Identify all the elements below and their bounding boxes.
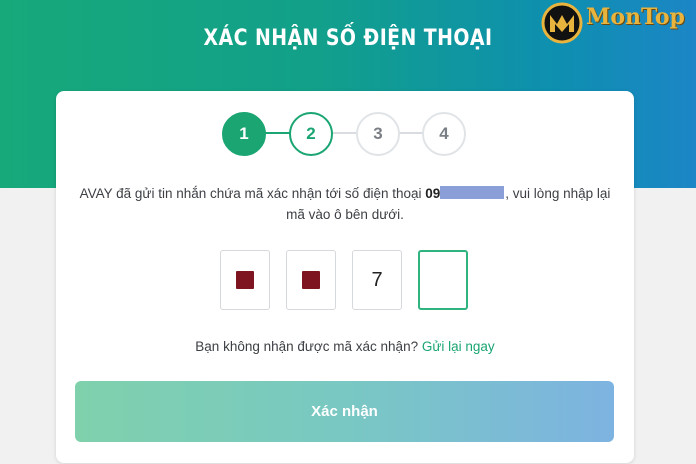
resend-link[interactable]: Gửi lại ngay [422,339,495,354]
redacted-digit [302,271,320,289]
otp-digit-4[interactable] [418,250,468,310]
message-prefix: AVAY đã gửi tin nhắn chứa mã xác nhận tớ… [79,186,422,201]
logo-text: MonTop [586,4,685,30]
resend-question: Bạn không nhận được mã xác nhận? [195,339,419,354]
confirm-button[interactable]: Xác nhận [75,381,614,442]
redacted-digit [236,271,254,289]
step-2: 2 [289,112,333,156]
otp-digit-3[interactable]: 7 [352,250,402,310]
otp-digit-1[interactable] [220,250,270,310]
resend-row: Bạn không nhận được mã xác nhận? Gửi lại… [56,339,634,354]
phone-number-visible: 09 [425,186,441,201]
step-3: 3 [356,112,400,156]
instruction-text: AVAY đã gửi tin nhắn chứa mã xác nhận tớ… [70,183,620,225]
stepper: 1 2 3 4 [56,91,634,181]
otp-input-group: 7 [56,250,634,310]
otp-digit-2[interactable] [286,250,336,310]
phone-number-redaction [440,186,505,199]
step-4: 4 [422,112,466,156]
verification-card: 1 2 3 4 AVAY đã gửi tin nhắn chứa mã xác… [56,91,634,463]
montop-badge-icon [541,2,583,44]
step-1: 1 [222,112,266,156]
montop-logo: MonTop [540,2,696,44]
